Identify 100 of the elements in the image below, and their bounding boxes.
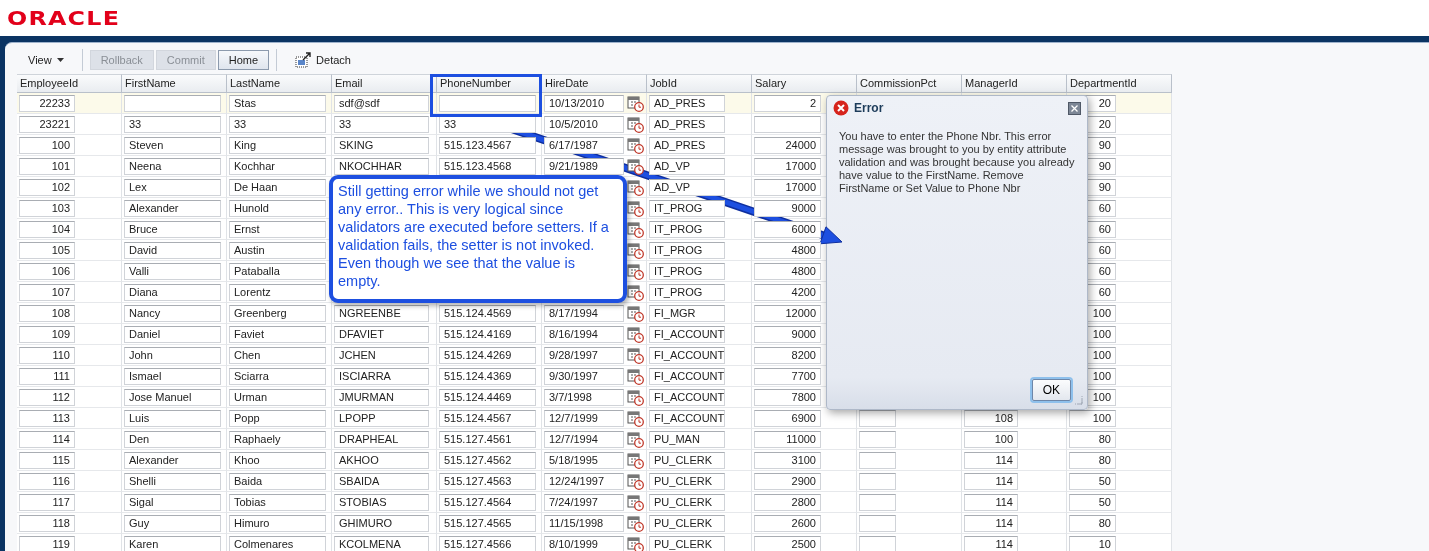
column-header[interactable]: HireDate	[542, 74, 647, 93]
input-field[interactable]	[859, 535, 896, 551]
calendar-clock-icon[interactable]	[627, 325, 644, 343]
input-field[interactable]: AD_VP	[649, 157, 725, 175]
input-field[interactable]: 6000	[754, 220, 821, 238]
input-field[interactable]: Bruce	[124, 220, 221, 238]
input-field[interactable]: 119	[19, 535, 75, 551]
calendar-clock-icon[interactable]	[627, 514, 644, 532]
calendar-clock-icon[interactable]	[627, 115, 644, 133]
input-field[interactable]: 11000	[754, 430, 821, 448]
input-field[interactable]: Den	[124, 430, 221, 448]
input-field[interactable]: FI_MGR	[649, 304, 725, 322]
input-field[interactable]: IT_PROG	[649, 241, 725, 259]
input-field[interactable]: 80	[1069, 451, 1116, 469]
calendar-clock-icon[interactable]	[627, 283, 644, 301]
input-field[interactable]: 2500	[754, 535, 821, 551]
input-field[interactable]: 515.127.4565	[439, 514, 536, 532]
input-field[interactable]: LPOPP	[334, 409, 429, 427]
calendar-clock-icon[interactable]	[627, 535, 644, 551]
input-field[interactable]: FI_ACCOUNT	[649, 409, 725, 427]
input-field[interactable]: Daniel	[124, 325, 221, 343]
input-field[interactable]: Valli	[124, 262, 221, 280]
input-field[interactable]: 12/7/1999	[544, 409, 624, 427]
input-field[interactable]: Shelli	[124, 472, 221, 490]
input-field[interactable]: 4200	[754, 283, 821, 301]
input-field[interactable]: Faviet	[229, 325, 326, 343]
input-field[interactable]: FI_ACCOUNT	[649, 388, 725, 406]
input-field[interactable]: 10/5/2010	[544, 115, 624, 133]
input-field[interactable]: David	[124, 241, 221, 259]
input-field[interactable]: SKING	[334, 136, 429, 154]
input-field[interactable]: Hunold	[229, 199, 326, 217]
input-field[interactable]: 100	[964, 430, 1018, 448]
input-field[interactable]: Sigal	[124, 493, 221, 511]
input-field[interactable]: 515.124.4469	[439, 388, 536, 406]
column-header[interactable]: Salary	[752, 74, 857, 93]
calendar-clock-icon[interactable]	[627, 430, 644, 448]
input-field[interactable]: Raphaely	[229, 430, 326, 448]
input-field[interactable]: SBAIDA	[334, 472, 429, 490]
input-field[interactable]: Jose Manuel	[124, 388, 221, 406]
input-field[interactable]: 515.123.4567	[439, 136, 536, 154]
input-field[interactable]: Neena	[124, 157, 221, 175]
input-field[interactable]: IT_PROG	[649, 262, 725, 280]
input-field[interactable]: IT_PROG	[649, 283, 725, 301]
view-menu[interactable]: View	[17, 50, 75, 70]
column-header[interactable]: EmployeeId	[17, 74, 122, 93]
input-field[interactable]: 2900	[754, 472, 821, 490]
input-field[interactable]: NGREENBE	[334, 304, 429, 322]
input-field[interactable]: 80	[1069, 514, 1116, 532]
calendar-clock-icon[interactable]	[627, 409, 644, 427]
input-field[interactable]: 515.127.4564	[439, 493, 536, 511]
input-field[interactable]: 33	[124, 115, 221, 133]
input-field[interactable]: 100	[19, 136, 75, 154]
input-field[interactable]: 107	[19, 283, 75, 301]
input-field[interactable]: NKOCHHAR	[334, 157, 429, 175]
input-field[interactable]	[859, 493, 896, 511]
input-field[interactable]: 8/17/1994	[544, 304, 624, 322]
input-field[interactable]: PU_CLERK	[649, 535, 725, 551]
input-field[interactable]: 515.127.4566	[439, 535, 536, 551]
calendar-clock-icon[interactable]	[627, 241, 644, 259]
input-field[interactable]: ISCIARRA	[334, 367, 429, 385]
input-field[interactable]: DFAVIET	[334, 325, 429, 343]
input-field[interactable]: 9000	[754, 199, 821, 217]
input-field[interactable]: 106	[19, 262, 75, 280]
input-field[interactable]: Guy	[124, 514, 221, 532]
input-field[interactable]: Austin	[229, 241, 326, 259]
input-field[interactable]: 104	[19, 220, 75, 238]
column-header[interactable]: Email	[332, 74, 437, 93]
input-field[interactable]: 33	[229, 115, 326, 133]
input-field[interactable]: 515.124.4569	[439, 304, 536, 322]
input-field[interactable]: Steven	[124, 136, 221, 154]
resize-grip-icon[interactable]	[1073, 395, 1083, 405]
input-field[interactable]	[439, 94, 536, 112]
input-field[interactable]: 114	[19, 430, 75, 448]
input-field[interactable]: 12/7/1994	[544, 430, 624, 448]
input-field[interactable]: IT_PROG	[649, 220, 725, 238]
input-field[interactable]: Sciarra	[229, 367, 326, 385]
input-field[interactable]: STOBIAS	[334, 493, 429, 511]
input-field[interactable]: 3100	[754, 451, 821, 469]
input-field[interactable]: 113	[19, 409, 75, 427]
input-field[interactable]: Lex	[124, 178, 221, 196]
input-field[interactable]	[859, 472, 896, 490]
input-field[interactable]: 515.124.4369	[439, 367, 536, 385]
input-field[interactable]: PU_CLERK	[649, 472, 725, 490]
input-field[interactable]: 17000	[754, 157, 821, 175]
calendar-clock-icon[interactable]	[627, 493, 644, 511]
input-field[interactable]: Nancy	[124, 304, 221, 322]
calendar-clock-icon[interactable]	[627, 220, 644, 238]
input-field[interactable]: 118	[19, 514, 75, 532]
input-field[interactable]	[859, 451, 896, 469]
input-field[interactable]: 6/17/1987	[544, 136, 624, 154]
input-field[interactable]: 22233	[19, 94, 75, 112]
input-field[interactable]: 23221	[19, 115, 75, 133]
input-field[interactable]: John	[124, 346, 221, 364]
input-field[interactable]: 7700	[754, 367, 821, 385]
input-field[interactable]: 9/30/1997	[544, 367, 624, 385]
input-field[interactable]: 33	[334, 115, 429, 133]
input-field[interactable]: Alexander	[124, 199, 221, 217]
input-field[interactable]: 7/24/1997	[544, 493, 624, 511]
column-header[interactable]: JobId	[647, 74, 752, 93]
input-field[interactable]: Baida	[229, 472, 326, 490]
